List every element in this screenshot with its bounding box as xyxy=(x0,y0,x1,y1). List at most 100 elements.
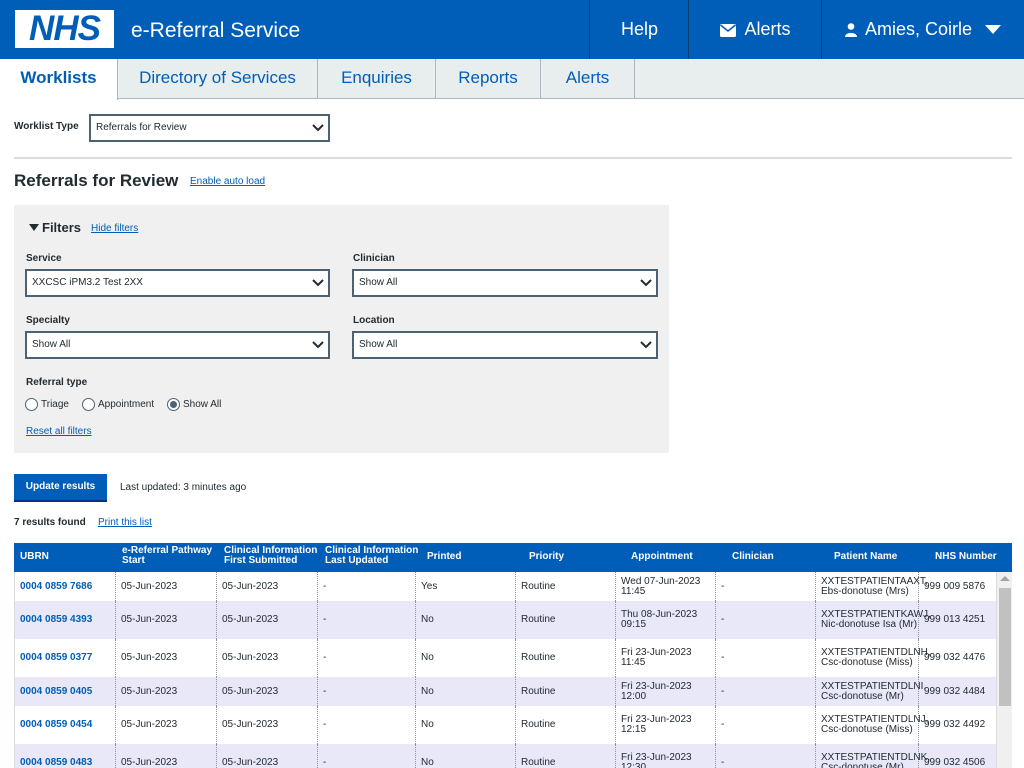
tab-enquiries[interactable]: Enquiries xyxy=(318,59,436,99)
hide-filters-link[interactable]: Hide filters xyxy=(91,223,138,234)
table-row[interactable]: 0004 0859 7686 05-Jun-2023 05-Jun-2023 -… xyxy=(14,572,996,601)
table-row[interactable]: 0004 0859 0405 05-Jun-2023 05-Jun-2023 -… xyxy=(14,677,996,706)
service-select[interactable]: XXCSC iPM3.2 Test 2XX xyxy=(25,269,330,297)
tab-reports[interactable]: Reports xyxy=(436,59,541,99)
envelope-icon xyxy=(720,23,737,37)
col-header-pathway-start[interactable]: e-Referral Pathway Start xyxy=(122,546,220,575)
triangle-down-icon xyxy=(29,224,39,231)
printed-cell: No xyxy=(416,744,516,768)
ubrn-link[interactable]: 0004 0859 0405 xyxy=(15,677,116,706)
ubrn-link[interactable]: 0004 0859 4393 xyxy=(15,601,116,639)
divider xyxy=(14,157,1012,159)
page-title: Referrals for Review xyxy=(14,171,179,190)
filters-panel: Filters Hide filters Service XXCSC iPM3.… xyxy=(14,205,669,453)
ci-last-cell: - xyxy=(318,639,416,677)
patient-name-cell: XXTESTPATIENTDLNK, Csc-donotuse (Mr) xyxy=(816,744,930,768)
nhs-number-cell: 999 032 4484 xyxy=(924,685,986,697)
table-row[interactable]: 0004 0859 0377 05-Jun-2023 05-Jun-2023 -… xyxy=(14,639,996,677)
printed-cell: No xyxy=(416,677,516,706)
top-header: NHS e-Referral Service Help Alerts Amies… xyxy=(0,0,1024,59)
table-scrollbar[interactable] xyxy=(996,572,1012,768)
filters-title: Filters xyxy=(42,220,82,235)
ubrn-link[interactable]: 0004 0859 0377 xyxy=(15,639,116,677)
ci-last-cell: - xyxy=(318,677,416,706)
table-row[interactable]: 0004 0859 0454 05-Jun-2023 05-Jun-2023 -… xyxy=(14,706,996,744)
tab-label: Directory of Services xyxy=(139,68,296,87)
appointment-cell: Fri 23-Jun-2023 11:45 xyxy=(616,639,716,677)
pathway-start-cell: 05-Jun-2023 xyxy=(116,706,217,744)
radio-button[interactable] xyxy=(82,398,95,411)
nhs-number-cell: 999 032 4476 xyxy=(924,652,986,663)
tab-label: Enquiries xyxy=(341,68,412,87)
printed-cell: No xyxy=(416,639,516,677)
scrollbar-thumb[interactable] xyxy=(999,588,1011,706)
ci-last-cell: - xyxy=(318,706,416,744)
radio-show-all[interactable]: Show All xyxy=(167,398,221,412)
radio-button-selected[interactable] xyxy=(167,398,180,411)
ci-first-cell: 05-Jun-2023 xyxy=(217,572,318,601)
clinician-cell: - xyxy=(716,572,816,601)
appointment-cell: Fri 23-Jun-2023 12:15 xyxy=(616,706,716,744)
print-list-link[interactable]: Print this list xyxy=(98,517,152,528)
user-menu[interactable]: Amies, Coirle xyxy=(821,0,1024,59)
location-label: Location xyxy=(353,315,395,326)
results-count: 7 results found xyxy=(14,517,86,528)
clinician-label: Clinician xyxy=(353,253,395,264)
ubrn-link[interactable]: 0004 0859 0483 xyxy=(15,744,116,768)
update-results-button[interactable]: Update results xyxy=(14,474,107,502)
printed-cell: Yes xyxy=(416,572,516,601)
reset-filters-link[interactable]: Reset all filters xyxy=(26,426,92,437)
priority-cell: Routine xyxy=(516,677,616,706)
filters-toggle[interactable]: Filters xyxy=(29,220,81,235)
patient-name-cell: XXTESTPATIENTAAXT, Ebs-donotuse (Mrs) xyxy=(816,572,928,601)
tab-worklists[interactable]: Worklists xyxy=(0,59,118,100)
tab-label: Worklists xyxy=(20,68,97,87)
radio-button[interactable] xyxy=(25,398,38,411)
user-name: Amies, Coirle xyxy=(864,19,972,39)
tab-directory-of-services[interactable]: Directory of Services xyxy=(118,59,318,99)
radio-appointment[interactable]: Appointment xyxy=(82,398,154,412)
chevron-down-icon xyxy=(312,279,324,287)
appointment-cell: Wed 07-Jun-2023 11:45 xyxy=(616,572,716,601)
clinician-select[interactable]: Show All xyxy=(352,269,658,297)
col-header-ci-last[interactable]: Clinical Information Last Updated xyxy=(325,546,425,575)
specialty-select[interactable]: Show All xyxy=(25,331,330,359)
ci-first-cell: 05-Jun-2023 xyxy=(217,706,318,744)
caret-down-icon xyxy=(985,25,1002,35)
ci-first-cell: 05-Jun-2023 xyxy=(217,601,318,639)
ubrn-link[interactable]: 0004 0859 0454 xyxy=(15,706,116,744)
radio-label: Appointment xyxy=(98,399,155,410)
ubrn-link[interactable]: 0004 0859 7686 xyxy=(15,572,116,601)
pathway-start-cell: 05-Jun-2023 xyxy=(116,639,217,677)
help-link[interactable]: Help xyxy=(589,0,689,59)
enable-auto-load-link[interactable]: Enable auto load xyxy=(190,176,265,187)
clinician-cell: - xyxy=(716,677,816,706)
location-select[interactable]: Show All xyxy=(352,331,658,359)
ci-first-cell: 05-Jun-2023 xyxy=(217,639,318,677)
appointment-cell: Fri 23-Jun-2023 12:30 xyxy=(616,744,716,768)
printed-cell: No xyxy=(416,601,516,639)
worklist-type-select[interactable]: Referrals for Review xyxy=(89,114,330,142)
clinician-cell: - xyxy=(716,706,816,744)
service-label: Service xyxy=(26,253,62,264)
worklist-type-value: Referrals for Review xyxy=(96,122,187,133)
location-value: Show All xyxy=(359,339,398,350)
patient-name-cell: XXTESTPATIENTDLNJ, Csc-donotuse (Miss) xyxy=(816,706,928,744)
clinician-cell: - xyxy=(716,639,816,677)
scroll-up-arrow-icon[interactable] xyxy=(1000,576,1010,581)
last-updated-text: Last updated: 3 minutes ago xyxy=(120,482,247,493)
radio-triage[interactable]: Triage xyxy=(25,398,69,412)
table-row[interactable]: 0004 0859 0483 05-Jun-2023 05-Jun-2023 -… xyxy=(14,744,996,768)
pathway-start-cell: 05-Jun-2023 xyxy=(116,677,217,706)
ci-last-cell: - xyxy=(318,572,416,601)
alerts-link[interactable]: Alerts xyxy=(688,0,822,59)
nhs-number-cell: 999 013 4251 xyxy=(924,614,986,625)
help-label: Help xyxy=(620,19,659,39)
referral-type-label: Referral type xyxy=(26,377,88,388)
col-header-ci-first[interactable]: Clinical Information First Submitted xyxy=(224,546,324,575)
tab-alerts[interactable]: Alerts xyxy=(541,59,635,99)
clinician-cell: - xyxy=(716,601,816,639)
nhs-logo[interactable]: NHS xyxy=(15,10,114,48)
table-row[interactable]: 0004 0859 4393 05-Jun-2023 05-Jun-2023 -… xyxy=(14,601,996,639)
radio-label: Show All xyxy=(183,399,222,410)
